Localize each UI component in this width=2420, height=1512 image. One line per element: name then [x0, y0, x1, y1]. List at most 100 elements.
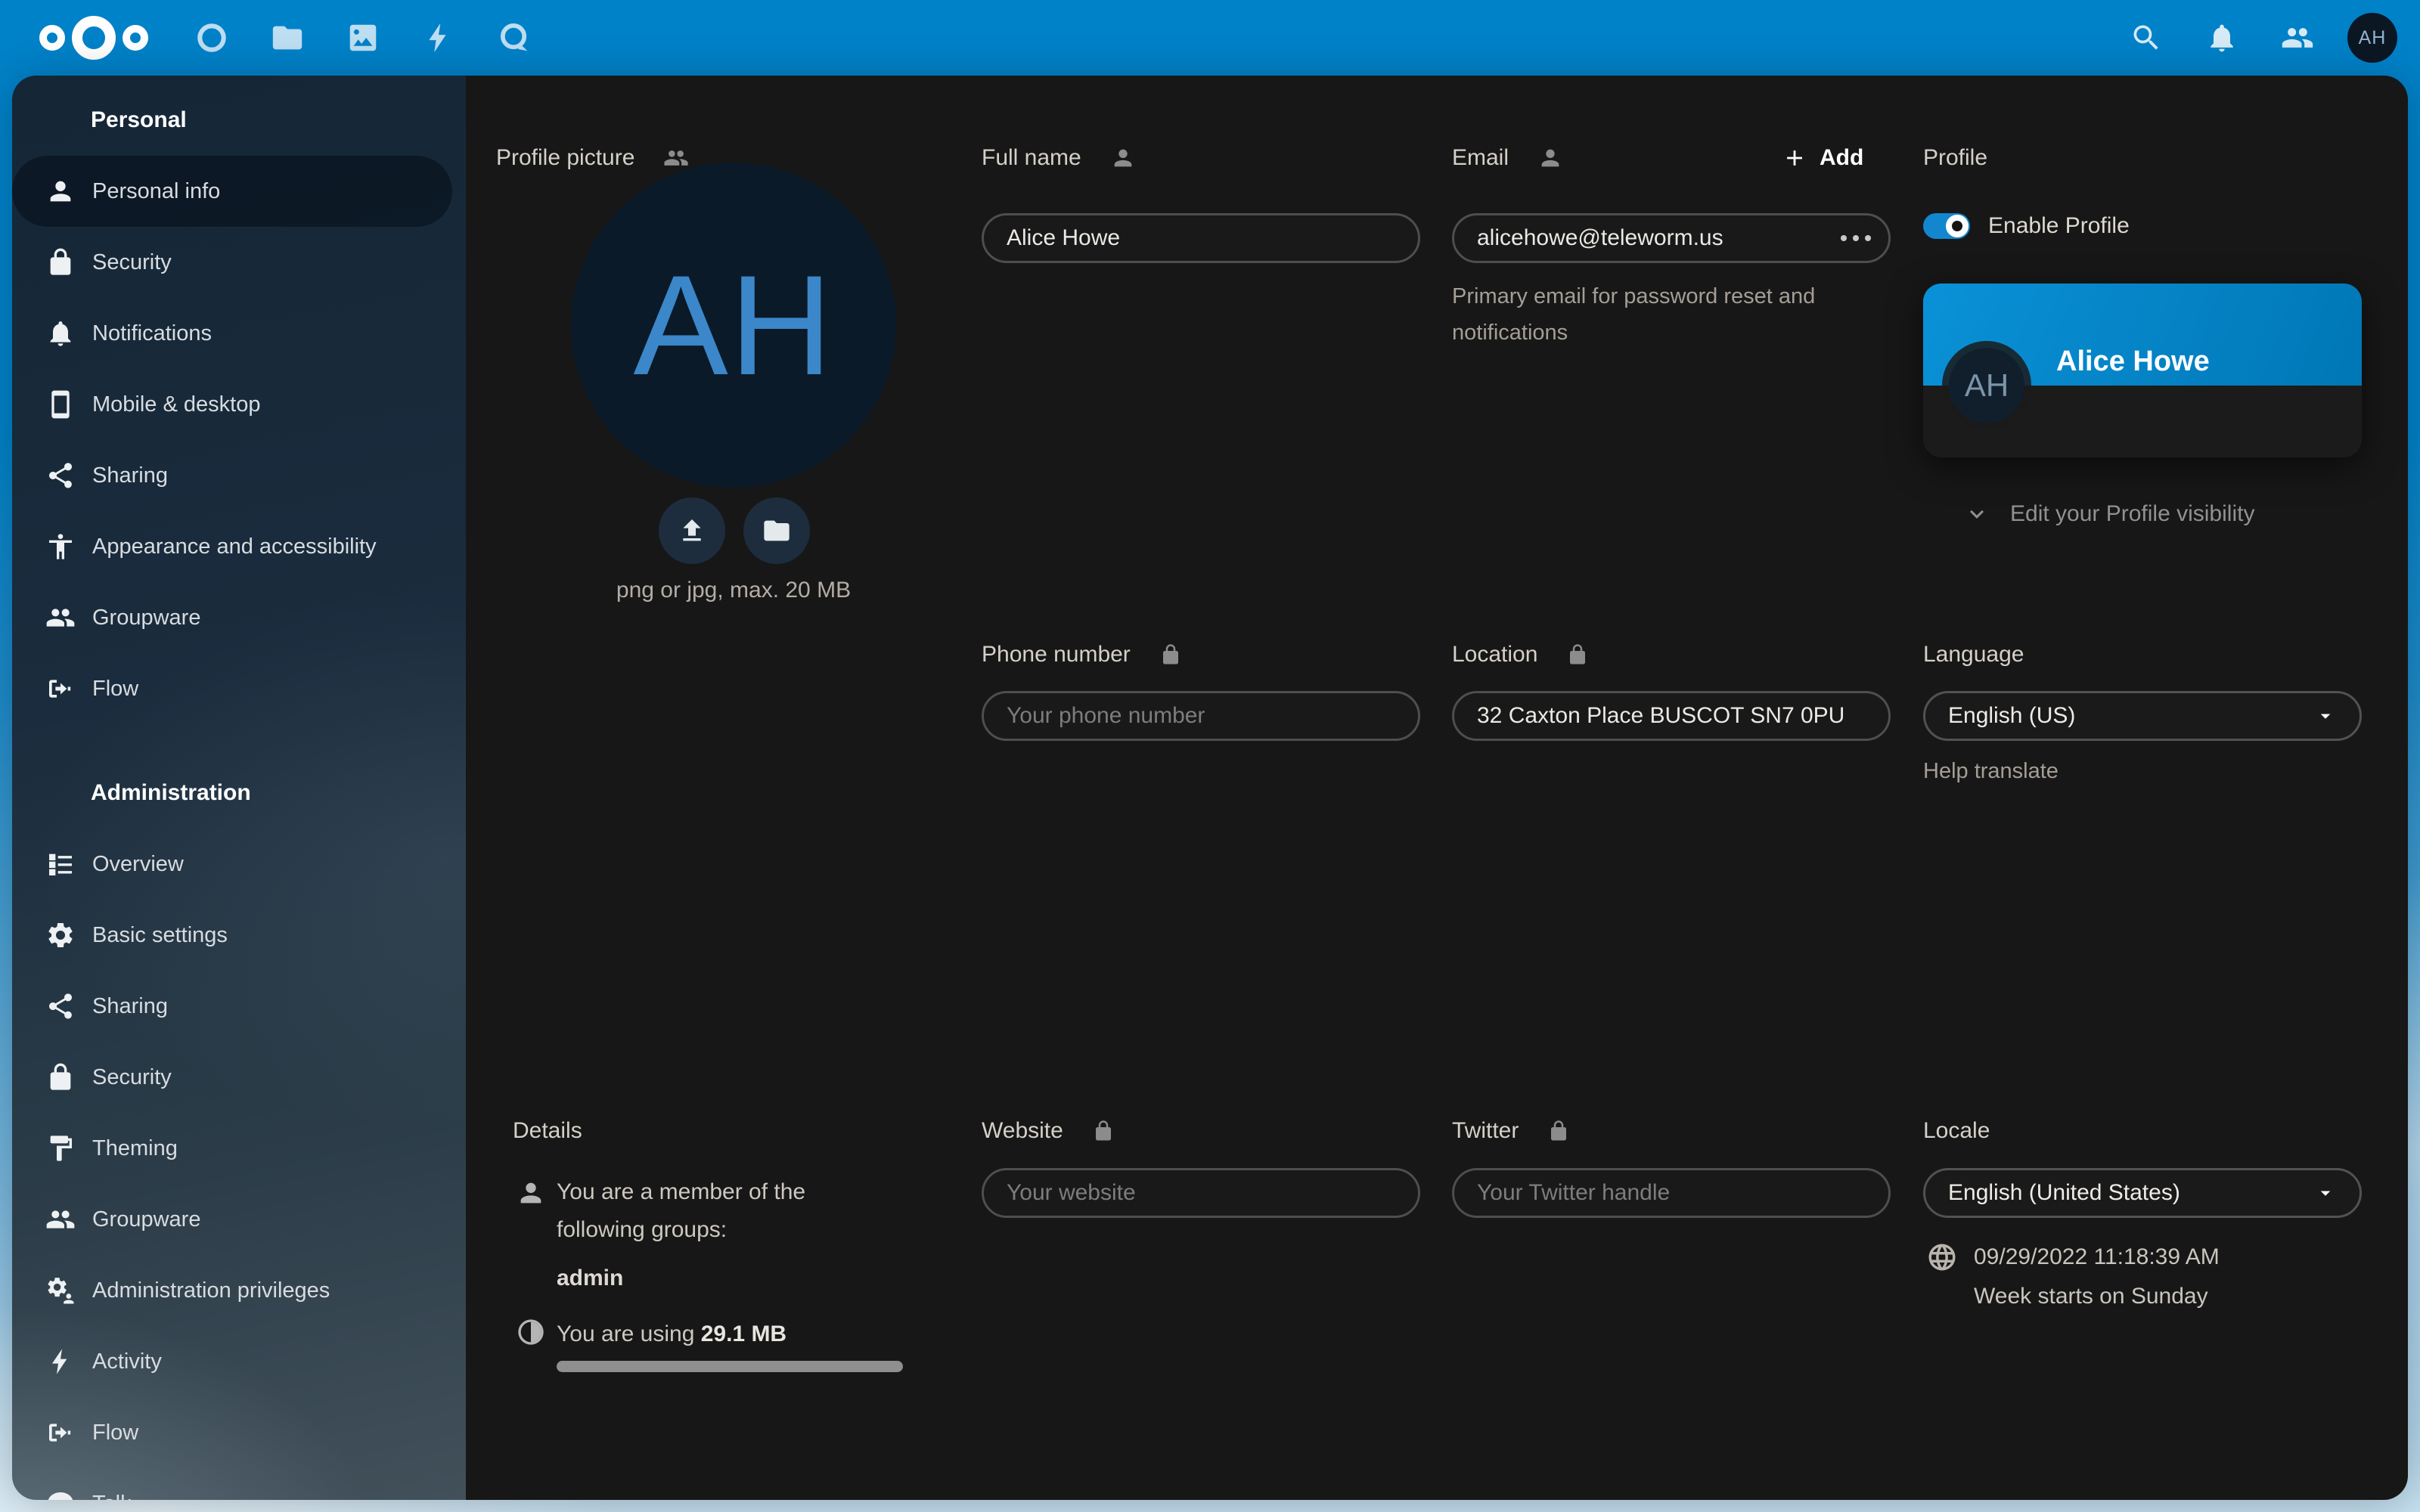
scope-lock-icon[interactable]	[1092, 1120, 1115, 1142]
profile-section-heading: Profile	[1923, 145, 1987, 171]
locale-select[interactable]: English (United States)	[1923, 1168, 2362, 1218]
photos-app-icon[interactable]	[325, 0, 401, 76]
content-frame: Personal Personal info Security Notifica…	[12, 76, 2408, 1500]
full-name-input[interactable]	[982, 213, 1420, 263]
files-app-icon[interactable]	[250, 0, 325, 76]
add-email-button[interactable]: Add	[1777, 142, 1868, 174]
sidebar-item-overview[interactable]: Overview	[12, 829, 452, 900]
website-label: Website	[982, 1118, 1063, 1144]
enable-profile-toggle[interactable]	[1923, 213, 1970, 239]
scope-lock-icon[interactable]	[1566, 643, 1589, 666]
twitter-label: Twitter	[1452, 1118, 1519, 1144]
email-input[interactable]	[1452, 213, 1891, 263]
locale-week-note: Week starts on Sunday	[1974, 1284, 2208, 1309]
group-icon	[45, 1204, 76, 1235]
full-name-label: Full name	[982, 145, 1081, 171]
scope-account-icon[interactable]	[1537, 145, 1563, 171]
share-icon	[45, 991, 76, 1021]
sidebar-item-admin-groupware[interactable]: Groupware	[12, 1184, 452, 1255]
language-select[interactable]: English (US)	[1923, 691, 2362, 741]
edit-profile-visibility-link[interactable]: Edit your Profile visibility	[1963, 500, 2254, 528]
search-icon[interactable]	[2108, 0, 2184, 76]
sidebar-item-admin-security[interactable]: Security	[12, 1042, 452, 1113]
dashboard-app-icon[interactable]	[174, 0, 250, 76]
nextcloud-logo-icon[interactable]	[33, 14, 154, 62]
paint-roller-icon	[45, 1133, 76, 1163]
sidebar-item-theming[interactable]: Theming	[12, 1113, 452, 1184]
email-actions-menu-icon[interactable]	[1841, 235, 1871, 241]
sidebar-item-activity[interactable]: Activity	[12, 1326, 452, 1397]
smartphone-icon	[45, 389, 76, 420]
sidebar-item-basic-settings[interactable]: Basic settings	[12, 900, 452, 971]
sidebar-item-security[interactable]: Security	[12, 227, 452, 298]
sidebar-item-administration-privileges[interactable]: Administration privileges	[12, 1255, 452, 1326]
profile-picture-label: Profile picture	[496, 145, 634, 171]
sidebar-item-sharing[interactable]: Sharing	[12, 440, 452, 511]
location-input[interactable]	[1452, 691, 1891, 741]
top-header-bar: AH	[0, 0, 2420, 76]
upload-avatar-button[interactable]	[659, 497, 725, 564]
details-heading: Details	[513, 1118, 582, 1144]
gear-account-icon	[45, 1275, 76, 1306]
profile-card-avatar: AH	[1949, 348, 2024, 423]
caret-down-icon	[2314, 1182, 2337, 1204]
sidebar-item-personal-info[interactable]: Personal info	[12, 156, 452, 227]
personal-info-panel: Profile picture AH png or jpg, max. 20 M…	[466, 76, 2408, 1500]
profile-picture-initials: AH	[633, 243, 833, 407]
profile-picture-avatar: AH	[571, 163, 896, 488]
gear-icon	[45, 920, 76, 950]
scope-lock-icon[interactable]	[1159, 643, 1182, 666]
scope-lock-icon[interactable]	[1547, 1120, 1570, 1142]
user-avatar[interactable]: AH	[2347, 13, 2397, 63]
member-account-icon	[516, 1178, 546, 1208]
website-input[interactable]	[982, 1168, 1420, 1218]
caret-down-icon	[2314, 705, 2337, 727]
lock-icon	[45, 247, 76, 277]
settings-sidebar: Personal Personal info Security Notifica…	[12, 76, 466, 1500]
email-helper-text: Primary email for password reset and not…	[1452, 278, 1838, 351]
phone-label: Phone number	[982, 642, 1131, 668]
phone-input[interactable]	[982, 691, 1420, 741]
sidebar-item-admin-flow[interactable]: Flow	[12, 1397, 452, 1468]
lock-icon	[45, 1062, 76, 1092]
header-actions: AH	[2108, 0, 2402, 76]
group-name: admin	[557, 1259, 889, 1297]
usage-value: 29.1 MB	[701, 1321, 786, 1346]
email-label: Email	[1452, 145, 1509, 171]
choose-from-files-button[interactable]	[743, 497, 810, 564]
lightning-icon	[45, 1346, 76, 1377]
plus-icon	[1782, 145, 1807, 171]
sidebar-item-appearance-accessibility[interactable]: Appearance and accessibility	[12, 511, 452, 582]
enable-profile-label: Enable Profile	[1988, 213, 2130, 239]
talk-app-icon[interactable]	[476, 0, 552, 76]
flow-icon	[45, 674, 76, 704]
account-icon	[45, 176, 76, 206]
sidebar-item-groupware[interactable]: Groupware	[12, 582, 452, 653]
scope-account-icon[interactable]	[1110, 145, 1136, 171]
sidebar-item-mobile-desktop[interactable]: Mobile & desktop	[12, 369, 452, 440]
activity-app-icon[interactable]	[401, 0, 476, 76]
sidebar-heading-personal: Personal	[12, 85, 466, 156]
sidebar-item-talk[interactable]: Talk	[12, 1468, 452, 1500]
sidebar-heading-administration: Administration	[12, 758, 466, 829]
location-label: Location	[1452, 642, 1537, 668]
sidebar-item-admin-sharing[interactable]: Sharing	[12, 971, 452, 1042]
sidebar-item-notifications[interactable]: Notifications	[12, 298, 452, 369]
contacts-icon[interactable]	[2260, 0, 2335, 76]
quota-pie-icon	[516, 1317, 546, 1347]
notifications-bell-icon[interactable]	[2184, 0, 2260, 76]
help-translate-link[interactable]: Help translate	[1923, 753, 2059, 789]
chat-icon	[45, 1489, 76, 1500]
groups-membership-text: You are a member of the following groups…	[557, 1179, 805, 1242]
overview-list-icon	[45, 849, 76, 879]
flow-icon	[45, 1418, 76, 1448]
profile-preview-card[interactable]: AH Alice Howe	[1923, 284, 2362, 457]
locale-datetime: 09/29/2022 11:18:39 AM	[1974, 1244, 2220, 1270]
scope-contacts-icon[interactable]	[663, 145, 689, 171]
twitter-input[interactable]	[1452, 1168, 1891, 1218]
globe-icon	[1926, 1241, 1958, 1273]
language-label: Language	[1923, 642, 2024, 668]
quota-progress-bar	[557, 1361, 903, 1372]
group-icon	[45, 603, 76, 633]
sidebar-item-flow[interactable]: Flow	[12, 653, 452, 724]
